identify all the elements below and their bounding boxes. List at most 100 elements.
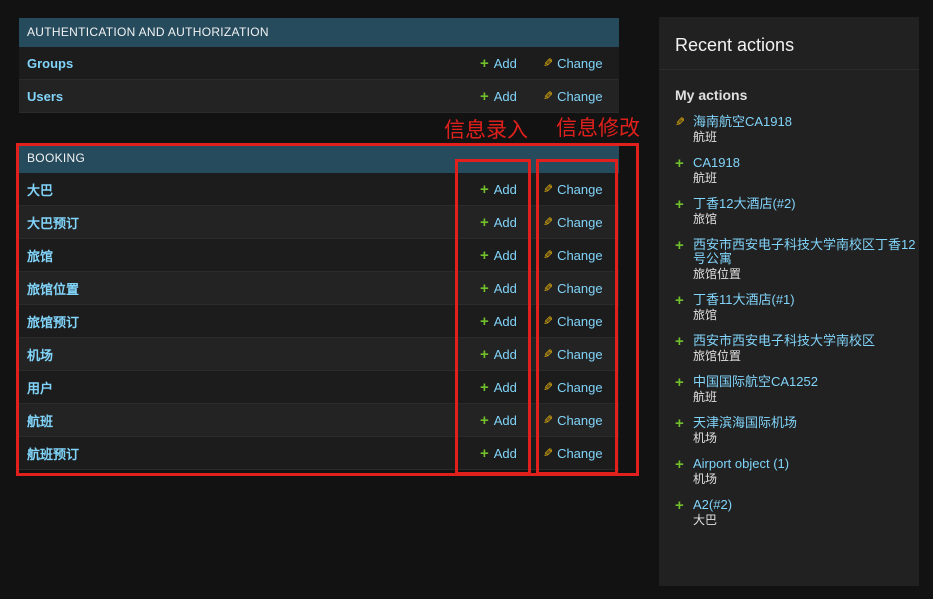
model-link-users[interactable]: Users bbox=[19, 89, 619, 104]
recent-action-type: 旅馆位置 bbox=[693, 349, 742, 363]
my-actions-heading: My actions bbox=[675, 87, 748, 103]
pencil-icon: ✎ bbox=[543, 89, 554, 103]
model-link[interactable]: 航班预订 bbox=[19, 444, 619, 463]
recent-actions-title: Recent actions bbox=[659, 17, 919, 70]
add-button[interactable]: + Add bbox=[480, 446, 517, 461]
table-row: Users + Add ✎ Change bbox=[19, 80, 619, 113]
pencil-icon: ✎ bbox=[543, 380, 554, 394]
add-button[interactable]: + Add bbox=[480, 347, 517, 362]
recent-action-link[interactable]: 丁香11大酒店(#1) bbox=[693, 293, 919, 307]
recent-action-link[interactable]: 西安市西安电子科技大学南校区丁香12号公寓 bbox=[693, 238, 919, 266]
recent-action-item: + 中国国际航空CA1252 航班 bbox=[675, 375, 919, 405]
pencil-icon: ✎ bbox=[543, 446, 554, 460]
plus-icon: + bbox=[480, 246, 489, 264]
recent-action-link[interactable]: 丁香12大酒店(#2) bbox=[693, 197, 919, 211]
module-booking-header[interactable]: BOOKING bbox=[19, 144, 619, 173]
recent-action-type: 机场 bbox=[693, 472, 718, 486]
plus-icon: + bbox=[675, 333, 684, 350]
pencil-icon: ✎ bbox=[543, 413, 554, 427]
change-button[interactable]: ✎ Change bbox=[543, 347, 603, 362]
table-row: 大巴 + Add ✎ Change bbox=[19, 173, 619, 206]
recent-action-link[interactable]: 天津滨海国际机场 bbox=[693, 416, 919, 430]
plus-icon: + bbox=[675, 497, 684, 514]
change-button[interactable]: ✎ Change bbox=[543, 314, 603, 329]
plus-icon: + bbox=[480, 345, 489, 363]
change-button[interactable]: ✎ Change bbox=[543, 56, 603, 71]
change-button[interactable]: ✎ Change bbox=[543, 413, 603, 428]
model-link[interactable]: 航班 bbox=[19, 411, 619, 430]
recent-action-link[interactable]: 海南航空CA1918 bbox=[693, 115, 919, 129]
model-link[interactable]: 旅馆预订 bbox=[19, 312, 619, 331]
recent-action-link[interactable]: A2(#2) bbox=[693, 498, 919, 512]
recent-action-item: + A2(#2) 大巴 bbox=[675, 498, 919, 528]
add-button[interactable]: + Add bbox=[480, 380, 517, 395]
add-button[interactable]: + Add bbox=[480, 314, 517, 329]
change-button[interactable]: ✎ Change bbox=[543, 380, 603, 395]
add-button[interactable]: + Add bbox=[480, 182, 517, 197]
recent-action-type: 机场 bbox=[693, 431, 718, 445]
recent-action-item: + 天津滨海国际机场 机场 bbox=[675, 416, 919, 446]
model-link[interactable]: 旅馆 bbox=[19, 246, 619, 265]
pencil-icon: ✎ bbox=[543, 215, 554, 229]
plus-icon: + bbox=[480, 444, 489, 462]
plus-icon: + bbox=[675, 237, 684, 254]
recent-action-item: ✎ 海南航空CA1918 航班 bbox=[675, 115, 919, 145]
recent-action-type: 旅馆 bbox=[693, 212, 718, 226]
recent-action-type: 航班 bbox=[693, 390, 718, 404]
change-button[interactable]: ✎ Change bbox=[543, 89, 603, 104]
pencil-icon: ✎ bbox=[543, 281, 554, 295]
table-row: 旅馆预订 + Add ✎ Change bbox=[19, 305, 619, 338]
pencil-icon: ✎ bbox=[543, 314, 554, 328]
add-button[interactable]: + Add bbox=[480, 89, 517, 104]
recent-action-link[interactable]: CA1918 bbox=[693, 156, 919, 170]
pencil-icon: ✎ bbox=[543, 56, 554, 70]
model-link[interactable]: 大巴 bbox=[19, 180, 619, 199]
plus-icon: + bbox=[480, 54, 489, 72]
recent-action-item: + 丁香12大酒店(#2) 旅馆 bbox=[675, 197, 919, 227]
recent-actions-panel: Recent actions My actions ✎ 海南航空CA1918 航班 +… bbox=[659, 17, 919, 586]
annotation-label-change: 信息修改 bbox=[556, 116, 640, 140]
add-button[interactable]: + Add bbox=[480, 413, 517, 428]
change-button[interactable]: ✎ Change bbox=[543, 281, 603, 296]
pencil-icon: ✎ bbox=[543, 347, 554, 361]
plus-icon: + bbox=[675, 456, 684, 473]
module-auth: AUTHENTICATION AND AUTHORIZATION Groups … bbox=[19, 18, 619, 113]
plus-icon: + bbox=[675, 292, 684, 309]
plus-icon: + bbox=[480, 279, 489, 297]
plus-icon: + bbox=[675, 155, 684, 172]
add-button[interactable]: + Add bbox=[480, 248, 517, 263]
model-link[interactable]: 大巴预订 bbox=[19, 213, 619, 232]
plus-icon: + bbox=[675, 415, 684, 432]
recent-action-link[interactable]: Airport object (1) bbox=[693, 457, 919, 471]
add-button[interactable]: + Add bbox=[480, 215, 517, 230]
recent-action-type: 大巴 bbox=[693, 513, 718, 527]
change-button[interactable]: ✎ Change bbox=[543, 215, 603, 230]
module-auth-header[interactable]: AUTHENTICATION AND AUTHORIZATION bbox=[19, 18, 619, 47]
change-button[interactable]: ✎ Change bbox=[543, 182, 603, 197]
pencil-icon: ✎ bbox=[543, 182, 554, 196]
pencil-icon: ✎ bbox=[675, 115, 686, 129]
model-link[interactable]: 用户 bbox=[19, 378, 619, 397]
recent-action-link[interactable]: 中国国际航空CA1252 bbox=[693, 375, 919, 389]
model-link[interactable]: 旅馆位置 bbox=[19, 279, 619, 298]
plus-icon: + bbox=[675, 196, 684, 213]
plus-icon: + bbox=[480, 213, 489, 231]
recent-action-type: 旅馆 bbox=[693, 308, 718, 322]
table-row: Groups + Add ✎ Change bbox=[19, 47, 619, 80]
recent-action-item: + 西安市西安电子科技大学南校区丁香12号公寓 旅馆位置 bbox=[675, 238, 919, 282]
model-link[interactable]: 机场 bbox=[19, 345, 619, 364]
plus-icon: + bbox=[480, 87, 489, 105]
plus-icon: + bbox=[480, 312, 489, 330]
recent-action-type: 航班 bbox=[693, 171, 718, 185]
recent-action-link[interactable]: 西安市西安电子科技大学南校区 bbox=[693, 334, 919, 348]
plus-icon: + bbox=[675, 374, 684, 391]
add-button[interactable]: + Add bbox=[480, 56, 517, 71]
add-button[interactable]: + Add bbox=[480, 281, 517, 296]
change-button[interactable]: ✎ Change bbox=[543, 248, 603, 263]
annotation-label-add: 信息录入 bbox=[444, 118, 528, 142]
recent-action-type: 旅馆位置 bbox=[693, 267, 742, 281]
recent-action-item: + CA1918 航班 bbox=[675, 156, 919, 186]
change-button[interactable]: ✎ Change bbox=[543, 446, 603, 461]
model-link-groups[interactable]: Groups bbox=[19, 56, 619, 71]
recent-actions-list: ✎ 海南航空CA1918 航班 + CA1918 航班 + 丁香12大酒店(#2) 旅馆 + 西安市… bbox=[659, 115, 919, 528]
